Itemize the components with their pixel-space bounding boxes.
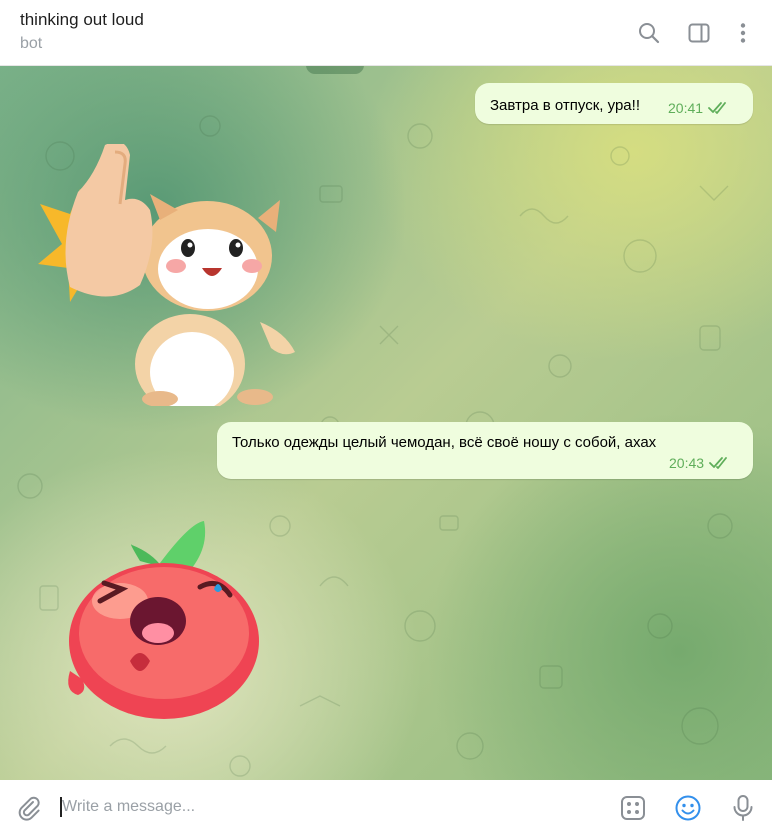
sidebar-toggle-icon[interactable]: [686, 20, 712, 46]
chat-messages-area[interactable]: Завтра в отпуск, ура!! 20:41 Только одеж…: [0, 66, 772, 780]
message-text: Завтра в отпуск, ура!!: [490, 97, 640, 114]
more-vertical-icon[interactable]: [730, 20, 756, 46]
emoji-icon[interactable]: [674, 794, 702, 822]
search-icon[interactable]: [636, 20, 662, 46]
hamster-thumbs-up-sticker[interactable]: [30, 144, 300, 406]
message-time: 20:43: [669, 455, 705, 471]
double-check-icon: [708, 102, 726, 114]
chat-title[interactable]: thinking out loud: [20, 10, 144, 30]
peach-laughing-sticker[interactable]: [60, 521, 265, 721]
attach-icon[interactable]: [15, 794, 43, 822]
message-time: 20:41: [668, 100, 704, 116]
message-meta: 20:41: [668, 100, 730, 116]
message-text: Только одежды целый чемодан, всё своё но…: [232, 434, 657, 451]
message-input[interactable]: Write a message...: [62, 798, 195, 816]
outgoing-message[interactable]: Только одежды целый чемодан, всё своё но…: [217, 422, 753, 479]
chat-header: thinking out loud bot: [0, 0, 772, 66]
date-pill: [306, 66, 364, 74]
double-check-icon: [709, 457, 727, 469]
message-composer: Write a message...: [0, 780, 772, 834]
bot-commands-icon[interactable]: [619, 794, 647, 822]
outgoing-message[interactable]: Завтра в отпуск, ура!! 20:41: [475, 83, 753, 124]
message-meta: 20:43: [669, 455, 731, 471]
microphone-icon[interactable]: [729, 794, 757, 822]
chat-subtitle: bot: [20, 35, 43, 52]
